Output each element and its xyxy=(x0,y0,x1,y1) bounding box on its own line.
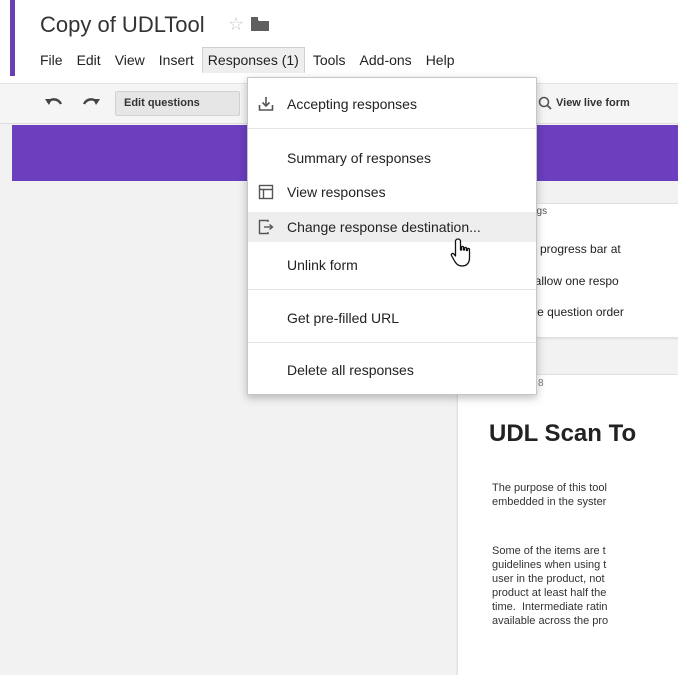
accepting-responses-label: Accepting responses xyxy=(287,96,417,112)
menu-item-change-response-destination[interactable]: Change response destination... xyxy=(248,212,536,242)
delete-all-responses-label: Delete all responses xyxy=(287,362,414,378)
accent-bar xyxy=(10,0,15,76)
menu-responses[interactable]: Responses (1) xyxy=(201,47,305,73)
menu-item-summary-of-responses[interactable]: Summary of responses xyxy=(248,143,536,173)
menu-item-view-responses[interactable]: View responses xyxy=(248,177,536,207)
get-prefilled-url-label: Get pre-filled URL xyxy=(287,310,400,326)
setting-one-response[interactable]: / allow one respo xyxy=(528,274,619,288)
sheet-export-icon xyxy=(258,219,274,235)
edit-questions-button[interactable]: Edit questions xyxy=(115,91,240,116)
table-grid-icon xyxy=(258,184,274,200)
view-live-form-button[interactable]: View live form xyxy=(532,91,638,116)
hand-pointer-cursor xyxy=(450,238,471,267)
form-title[interactable]: UDL Scan To xyxy=(489,420,636,448)
menu-help[interactable]: Help xyxy=(420,47,461,73)
setting-progress-bar[interactable]: w progress bar at xyxy=(528,242,621,256)
responses-dropdown-menu: Accepting responses Summary of responses… xyxy=(247,77,537,395)
menu-file[interactable]: File xyxy=(40,47,69,73)
forms-editor-window: Copy of UDLTool ☆ File Edit View Insert … xyxy=(0,0,678,675)
change-response-destination-label: Change response destination... xyxy=(287,219,481,235)
form-description-paragraph-1[interactable]: The purpose of this tool embedded in the… xyxy=(492,481,678,509)
menu-edit[interactable]: Edit xyxy=(71,47,107,73)
menu-insert[interactable]: Insert xyxy=(153,47,200,73)
folder-icon[interactable] xyxy=(251,17,269,31)
menu-separator xyxy=(248,289,536,290)
menu-item-accepting-responses[interactable]: Accepting responses xyxy=(248,89,536,119)
header: Copy of UDLTool ☆ File Edit View Insert … xyxy=(0,0,678,83)
menu-view[interactable]: View xyxy=(109,47,151,73)
undo-icon[interactable] xyxy=(44,94,64,112)
star-icon[interactable]: ☆ xyxy=(228,14,244,34)
redo-icon[interactable] xyxy=(81,94,101,112)
preview-tab-label: 8 xyxy=(538,378,544,389)
summary-of-responses-label: Summary of responses xyxy=(287,150,431,166)
menu-tools[interactable]: Tools xyxy=(307,47,352,73)
setting-shuffle-order[interactable]: ffle question order xyxy=(528,305,624,319)
unlink-form-label: Unlink form xyxy=(287,257,358,273)
live-form-icon xyxy=(538,96,552,110)
menu-separator xyxy=(248,128,536,129)
document-title[interactable]: Copy of UDLTool xyxy=(40,12,205,38)
download-tray-icon xyxy=(258,97,274,111)
form-description-paragraph-2[interactable]: Some of the items are t guidelines when … xyxy=(492,544,678,628)
menu-item-unlink-form[interactable]: Unlink form xyxy=(248,250,536,280)
view-responses-label: View responses xyxy=(287,184,386,200)
menu-item-get-prefilled-url[interactable]: Get pre-filled URL xyxy=(248,303,536,333)
view-live-form-label: View live form xyxy=(556,97,630,109)
menu-item-delete-all-responses[interactable]: Delete all responses xyxy=(248,355,536,385)
menu-bar: File Edit View Insert Responses (1) Tool… xyxy=(40,46,462,74)
menu-separator xyxy=(248,342,536,343)
menu-addons[interactable]: Add-ons xyxy=(354,47,418,73)
